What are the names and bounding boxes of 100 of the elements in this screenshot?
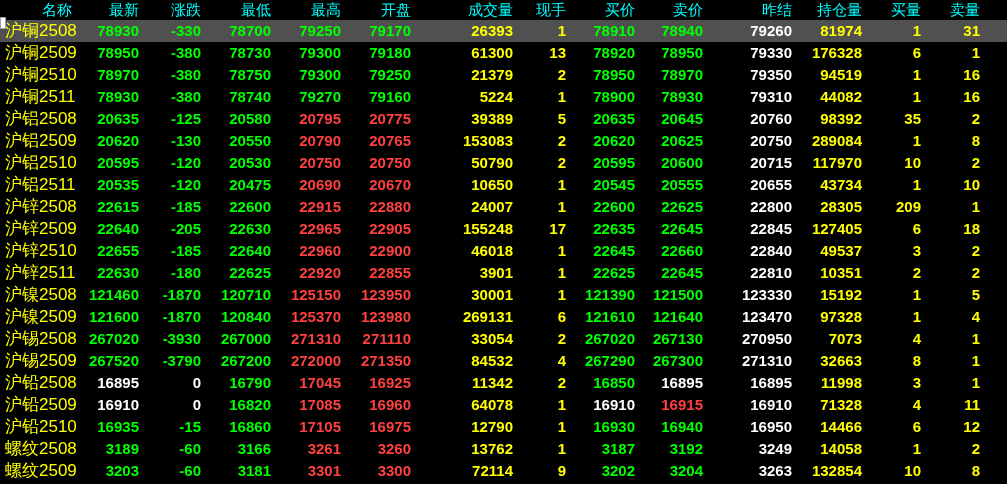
table-cell: 43734 <box>820 175 862 195</box>
table-cell: 14058 <box>820 439 862 459</box>
table-cell: 31 <box>963 21 980 41</box>
contract-name: 螺纹2508 <box>5 439 77 459</box>
table-cell: 16895 <box>97 373 139 393</box>
column-header[interactable]: 买量 <box>862 1 921 19</box>
table-cell: 79330 <box>750 43 792 63</box>
table-cell: 3300 <box>377 461 411 481</box>
contract-name: 沪铜2510 <box>5 65 77 85</box>
table-cell: 10351 <box>820 263 862 283</box>
table-cell: 272000 <box>290 351 341 371</box>
column-header[interactable]: 现手 <box>513 1 566 19</box>
table-cell: -120 <box>170 175 201 195</box>
table-cell: 22920 <box>299 263 341 283</box>
table-cell: 3189 <box>105 439 139 459</box>
table-cell: 21379 <box>471 65 513 85</box>
table-cell: 20600 <box>661 153 703 173</box>
contract-name: 螺纹2509 <box>5 461 77 481</box>
column-header[interactable]: 涨跌 <box>139 1 201 19</box>
table-cell: 78930 <box>661 87 703 107</box>
column-header[interactable]: 最低 <box>201 1 271 19</box>
table-cell: 3260 <box>377 439 411 459</box>
table-cell: 4 <box>912 395 921 415</box>
table-cell: -1870 <box>162 285 201 305</box>
column-header[interactable]: 最新 <box>95 1 139 19</box>
table-cell: 78740 <box>229 87 271 107</box>
column-header[interactable]: 卖价 <box>635 1 703 19</box>
table-cell: 16820 <box>229 395 271 415</box>
table-cell: 1 <box>912 175 921 195</box>
table-cell: 79270 <box>299 87 341 107</box>
table-cell: 28305 <box>820 197 862 217</box>
column-header[interactable]: 卖量 <box>921 1 980 19</box>
table-cell: 3 <box>912 373 921 393</box>
table-cell: 3204 <box>669 461 703 481</box>
table-cell: 78950 <box>593 65 635 85</box>
table-cell: 123980 <box>360 307 411 327</box>
table-cell: 16895 <box>750 373 792 393</box>
column-header[interactable]: 最高 <box>271 1 341 19</box>
table-cell: 127405 <box>811 219 862 239</box>
table-cell: 71328 <box>820 395 862 415</box>
table-cell: 121460 <box>88 285 139 305</box>
table-cell: 1 <box>912 307 921 327</box>
table-cell: 78930 <box>97 21 139 41</box>
table-cell: 22640 <box>229 241 271 261</box>
table-cell: 1 <box>912 285 921 305</box>
table-cell: 20750 <box>750 131 792 151</box>
table-cell: 1 <box>557 21 566 41</box>
table-cell: 30001 <box>471 285 513 305</box>
table-cell: 4 <box>912 329 921 349</box>
table-cell: 209 <box>895 197 921 217</box>
table-cell: 20790 <box>299 131 341 151</box>
column-header[interactable]: 昨结 <box>703 1 792 19</box>
table-cell: 20750 <box>299 153 341 173</box>
table-cell: 267130 <box>652 329 703 349</box>
table-cell: 20775 <box>369 109 411 129</box>
table-cell: 20645 <box>661 109 703 129</box>
table-cell: 22600 <box>593 197 635 217</box>
table-cell: 16910 <box>97 395 139 415</box>
table-cell: 1 <box>912 65 921 85</box>
table-cell: 267200 <box>220 351 271 371</box>
table-cell: 16915 <box>661 395 703 415</box>
table-cell: 61300 <box>471 43 513 63</box>
table-cell: 22905 <box>369 219 411 239</box>
contract-name: 沪铅2509 <box>5 395 77 415</box>
contract-name: 沪铜2508 <box>5 21 77 41</box>
table-cell: 1 <box>557 241 566 261</box>
table-cell: 22660 <box>661 241 703 261</box>
table-cell: 79300 <box>299 65 341 85</box>
table-cell: 20750 <box>369 153 411 173</box>
column-header[interactable]: 持仓量 <box>792 1 862 19</box>
contract-name: 沪铅2508 <box>5 373 77 393</box>
column-header[interactable]: 名称 <box>0 1 95 19</box>
contract-name: 沪铜2511 <box>5 87 76 107</box>
table-cell: 1 <box>557 417 566 437</box>
column-header[interactable]: 成交量 <box>411 1 513 19</box>
table-cell: 3261 <box>307 439 341 459</box>
table-cell: 1 <box>557 263 566 283</box>
table-cell: 5 <box>971 285 980 305</box>
table-cell: 20655 <box>750 175 792 195</box>
table-cell: 49537 <box>820 241 862 261</box>
contract-name: 沪锌2508 <box>5 197 77 217</box>
table-cell: 78900 <box>593 87 635 107</box>
table-cell: 1 <box>971 197 980 217</box>
table-cell: 2 <box>971 153 980 173</box>
table-cell: 20635 <box>97 109 139 129</box>
contract-name: 沪锡2508 <box>5 329 77 349</box>
column-header[interactable]: 买价 <box>566 1 635 19</box>
table-cell: 2 <box>557 329 566 349</box>
quote-row[interactable]: 沪铜2508 78930 -330 78700 79250 79170 26393 1 78910 78940 79260 81974 1 31 <box>0 20 1007 42</box>
table-cell: 3166 <box>237 439 271 459</box>
table-cell: 2 <box>971 241 980 261</box>
table-cell: 132854 <box>811 461 862 481</box>
contract-name: 沪锌2511 <box>5 263 76 283</box>
table-cell: 16790 <box>229 373 271 393</box>
column-header[interactable]: 开盘 <box>341 1 411 19</box>
table-cell: 22635 <box>593 219 635 239</box>
table-cell: 84532 <box>471 351 513 371</box>
table-cell: 16910 <box>593 395 635 415</box>
table-cell: 16975 <box>369 417 411 437</box>
table-cell: 22810 <box>750 263 792 283</box>
